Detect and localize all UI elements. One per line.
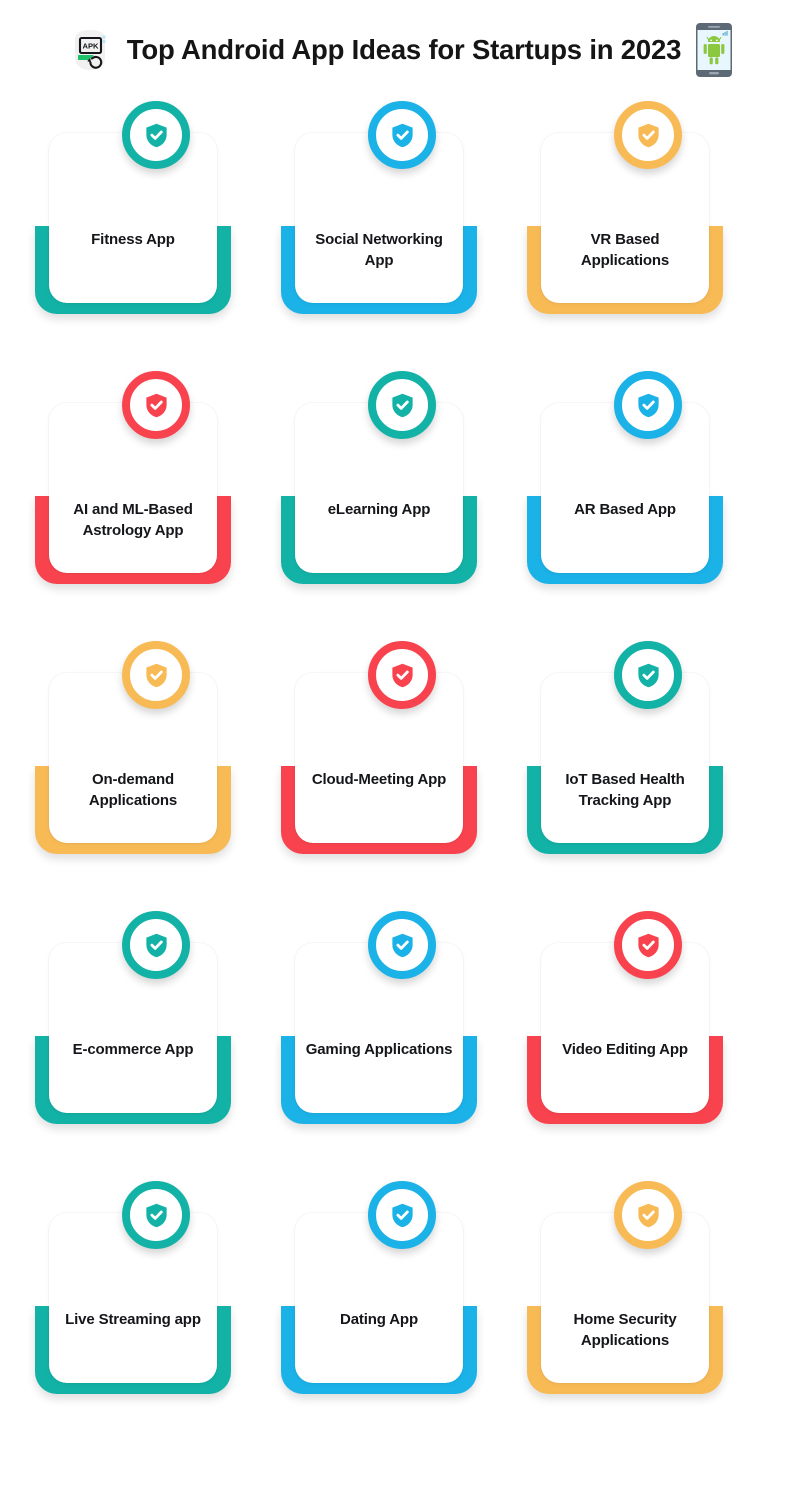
- apk-logo-icon: APK: [67, 27, 113, 73]
- shield-check-icon: [614, 371, 682, 439]
- app-idea-label: Cloud-Meeting App: [311, 771, 447, 788]
- shield-check-icon: [368, 1181, 436, 1249]
- shield-check-icon: [614, 911, 682, 979]
- app-idea-label: AR Based App: [574, 501, 676, 518]
- page-header: APK Top Android App Ideas for Startups i…: [0, 0, 800, 96]
- app-idea-cell: Video Editing App: [525, 906, 771, 1176]
- app-idea-cell: VR Based Applications: [525, 96, 771, 366]
- app-idea-label: eLearning App: [327, 501, 431, 518]
- shield-check-icon: [122, 101, 190, 169]
- shield-check-icon: [122, 371, 190, 439]
- app-idea-label: On-demand Applications: [88, 771, 178, 810]
- app-idea-grid: Fitness App Social Networking App VR Based…: [0, 96, 800, 1446]
- app-idea-cell: Live Streaming app: [33, 1176, 279, 1446]
- shield-check-icon: [122, 911, 190, 979]
- app-idea-cell: Dating App: [279, 1176, 525, 1446]
- app-idea-label: Live Streaming app: [65, 1311, 201, 1328]
- app-idea-label: Video Editing App: [562, 1041, 688, 1058]
- shield-check-icon: [614, 1181, 682, 1249]
- app-idea-cell: Gaming Applications: [279, 906, 525, 1176]
- app-idea-cell: Home Security Applications: [525, 1176, 771, 1446]
- app-idea-cell: On-demand Applications: [33, 636, 279, 906]
- app-idea-label: Fitness App: [91, 231, 175, 248]
- app-idea-label: Gaming Applications: [305, 1041, 453, 1058]
- app-idea-label: Home Security Applications: [573, 1311, 677, 1350]
- shield-check-icon: [614, 101, 682, 169]
- shield-check-icon: [122, 641, 190, 709]
- android-phone-icon: [695, 22, 733, 78]
- shield-check-icon: [368, 101, 436, 169]
- svg-text:APK: APK: [82, 41, 99, 50]
- shield-check-icon: [122, 1181, 190, 1249]
- app-idea-label: Social Networking App: [315, 231, 443, 270]
- shield-check-icon: [368, 371, 436, 439]
- app-idea-cell: IoT Based Health Tracking App: [525, 636, 771, 906]
- app-idea-label: Dating App: [340, 1311, 418, 1328]
- app-idea-cell: eLearning App: [279, 366, 525, 636]
- app-idea-cell: Cloud-Meeting App: [279, 636, 525, 906]
- shield-check-icon: [368, 911, 436, 979]
- app-idea-cell: Social Networking App: [279, 96, 525, 366]
- app-idea-label: IoT Based Health Tracking App: [565, 771, 685, 810]
- app-idea-label: AI and ML-Based Astrology App: [73, 501, 193, 540]
- app-idea-label: E-commerce App: [72, 1041, 194, 1058]
- app-idea-cell: E-commerce App: [33, 906, 279, 1176]
- app-idea-cell: AI and ML-Based Astrology App: [33, 366, 279, 636]
- shield-check-icon: [368, 641, 436, 709]
- page-title: Top Android App Ideas for Startups in 20…: [126, 34, 682, 66]
- app-idea-label: VR Based Applications: [580, 231, 670, 270]
- app-idea-cell: AR Based App: [525, 366, 771, 636]
- app-idea-cell: Fitness App: [33, 96, 279, 366]
- shield-check-icon: [614, 641, 682, 709]
